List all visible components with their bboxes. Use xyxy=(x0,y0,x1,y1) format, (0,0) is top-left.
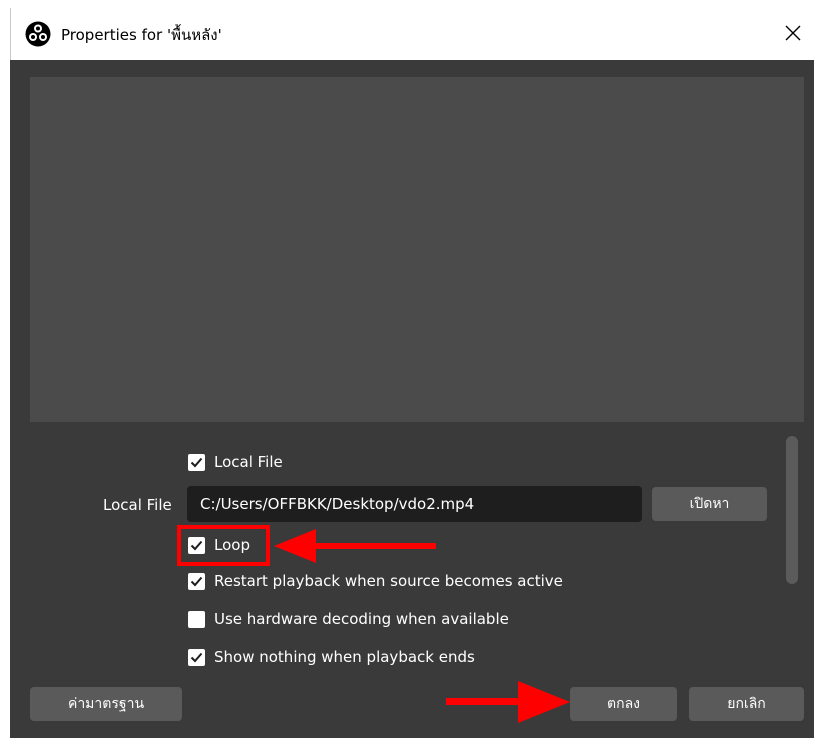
show-nothing-label: Show nothing when playback ends xyxy=(214,648,475,666)
browse-button[interactable]: เปิดหา xyxy=(652,487,767,521)
obs-logo-icon xyxy=(25,21,51,47)
checkmark-icon xyxy=(190,457,203,467)
preview-area xyxy=(30,77,804,422)
local-file-checkbox-row[interactable]: Local File xyxy=(188,453,283,471)
local-file-path-input[interactable] xyxy=(187,486,642,522)
restart-playback-checkbox-row[interactable]: Restart playback when source becomes act… xyxy=(188,572,563,590)
left-arrow-icon xyxy=(274,529,436,563)
cancel-button[interactable]: ยกเลิก xyxy=(689,687,804,721)
right-arrow-icon xyxy=(446,681,570,723)
hardware-decoding-checkbox-row[interactable]: Use hardware decoding when available xyxy=(188,610,509,628)
title-bar: Properties for 'พื้นหลัง' xyxy=(10,8,814,60)
properties-dialog: Properties for 'พื้นหลัง' Local File Loc… xyxy=(10,8,814,738)
hardware-decoding-label: Use hardware decoding when available xyxy=(214,610,509,628)
hardware-decoding-checkbox[interactable] xyxy=(188,610,205,628)
local-file-label: Local File xyxy=(103,496,172,514)
ok-button[interactable]: ตกลง xyxy=(570,687,677,721)
checkmark-icon xyxy=(190,652,203,662)
loop-highlight-box xyxy=(177,525,270,566)
local-file-checkbox[interactable] xyxy=(188,453,205,471)
restart-playback-checkbox[interactable] xyxy=(188,572,205,590)
close-button[interactable] xyxy=(778,18,808,48)
window-title: Properties for 'พื้นหลัง' xyxy=(61,26,222,44)
defaults-button[interactable]: ค่ามาตรฐาน xyxy=(30,687,182,721)
close-icon xyxy=(785,25,801,41)
scrollbar[interactable] xyxy=(786,436,798,584)
show-nothing-checkbox-row[interactable]: Show nothing when playback ends xyxy=(188,648,475,666)
show-nothing-checkbox[interactable] xyxy=(188,648,205,666)
restart-playback-label: Restart playback when source becomes act… xyxy=(214,572,563,590)
checkmark-icon xyxy=(190,576,203,586)
local-file-checkbox-label: Local File xyxy=(214,453,283,471)
dialog-body: Local File Local File เปิดหา Loop Restar… xyxy=(10,60,814,738)
